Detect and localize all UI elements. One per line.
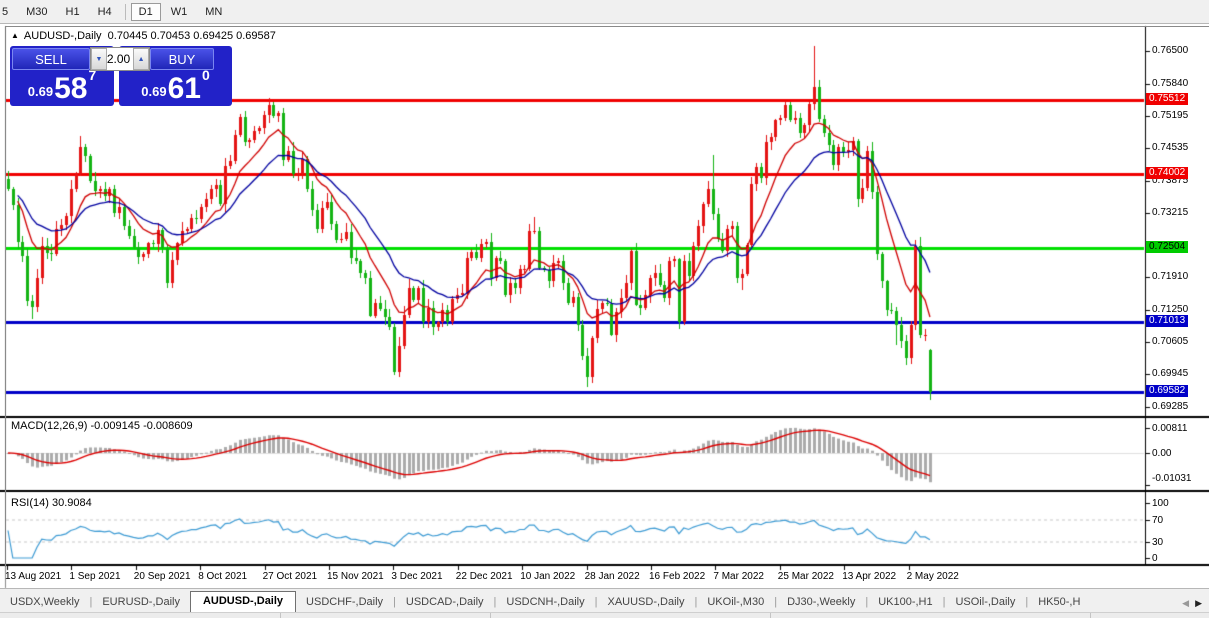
buy-price-big: 61 (168, 75, 201, 103)
tab-dj30-[interactable]: DJ30-,Weekly (777, 592, 865, 613)
price-level-tag: 0.74002 (1146, 167, 1188, 179)
date-tick-label: 2 May 2022 (907, 571, 959, 582)
date-tick-label: 28 Jan 2022 (585, 571, 640, 582)
collapse-chart-icon[interactable]: ▲ (11, 31, 19, 40)
price-level-tag: 0.69582 (1146, 385, 1188, 397)
tab-usdcad-[interactable]: USDCAD-,Daily (396, 592, 494, 613)
rsi-tick-label: 100 (1152, 498, 1169, 509)
price-tick-label: 0.69945 (1152, 368, 1188, 379)
price-level-tag: 0.71013 (1146, 315, 1188, 327)
volume-decrease-icon[interactable]: ▼ (91, 48, 107, 70)
timeframe-button-m30[interactable]: M30 (18, 3, 55, 21)
rsi-tick-label: 0 (1152, 553, 1158, 564)
timeframe-button-d1[interactable]: D1 (131, 3, 161, 21)
timeframe-button-5[interactable]: 5 (0, 3, 16, 21)
tab-xauusd-[interactable]: XAUUSD-,Daily (597, 592, 694, 613)
toolbar-separator (125, 4, 126, 20)
price-tick-label: 0.75840 (1152, 78, 1188, 89)
price-tick-label: 0.74535 (1152, 142, 1188, 153)
volume-stepper: ▼ 2.00 ▲ (90, 47, 150, 71)
tabs-scroll-left-icon[interactable]: ◀ (1179, 598, 1192, 609)
tab-usdx[interactable]: USDX,Weekly (0, 592, 89, 613)
date-tick-label: 15 Nov 2021 (327, 571, 384, 582)
macd-tick-label: 0.00811 (1152, 423, 1187, 434)
tab-ukoil-[interactable]: UKOil-,M30 (697, 592, 774, 613)
macd-tick-label: -0.01031 (1152, 473, 1191, 484)
volume-increase-icon[interactable]: ▲ (133, 48, 149, 70)
tab-eurusd-[interactable]: EURUSD-,Daily (92, 592, 190, 613)
tab-uk100-[interactable]: UK100-,H1 (868, 592, 942, 613)
date-tick-label: 20 Sep 2021 (134, 571, 191, 582)
date-tick-label: 13 Aug 2021 (5, 571, 61, 582)
mt4-window: 5M30H1H4 D1W1MN ▲ AUDUSD-,Daily 0.70445 0.… (0, 0, 1209, 618)
rsi-label: RSI(14) 30.9084 (11, 497, 92, 509)
sell-price-big: 58 (54, 75, 87, 103)
sell-price-prefix: 0.69 (28, 84, 53, 99)
price-tick-label: 0.70605 (1152, 336, 1188, 347)
price-level-tag: 0.75512 (1146, 93, 1188, 105)
tab-audusd-[interactable]: AUDUSD-,Daily (190, 591, 296, 613)
chart-tab-bar: USDX,Weekly|EURUSD-,DailyAUDUSD-,DailyUS… (0, 588, 1209, 613)
price-tick-label: 0.76500 (1152, 45, 1188, 56)
price-tick-label: 0.69285 (1152, 401, 1188, 412)
date-tick-label: 8 Oct 2021 (198, 571, 247, 582)
buy-button[interactable]: BUY (150, 48, 214, 70)
buy-price-prefix: 0.69 (141, 84, 166, 99)
date-tick-label: 7 Mar 2022 (713, 571, 764, 582)
tab-usdcnh-[interactable]: USDCNH-,Daily (496, 592, 594, 613)
sell-button[interactable]: SELL (12, 48, 90, 70)
price-tick-label: 0.71250 (1152, 304, 1188, 315)
date-tick-label: 25 Mar 2022 (778, 571, 834, 582)
price-level-tag: 0.72504 (1146, 241, 1188, 253)
price-tick-label: 0.71910 (1152, 271, 1188, 282)
price-tick-label: 0.75195 (1152, 110, 1188, 121)
timeframe-button-mn[interactable]: MN (197, 3, 230, 21)
date-tick-label: 16 Feb 2022 (649, 571, 705, 582)
buy-price: 0.69 61 0 (119, 67, 232, 105)
tab-usoil-[interactable]: USOil-,Daily (945, 592, 1025, 613)
macd-tick-label: 0.00 (1152, 448, 1171, 459)
tab-usdchf-[interactable]: USDCHF-,Daily (296, 592, 393, 613)
timeframe-button-h1[interactable]: H1 (58, 3, 88, 21)
sell-price: 0.69 58 7 (10, 67, 114, 105)
macd-label: MACD(12,26,9) -0.009145 -0.008609 (11, 420, 193, 432)
tab-hk50-[interactable]: HK50-,H (1028, 592, 1090, 613)
chart-title: ▲ AUDUSD-,Daily 0.70445 0.70453 0.69425 0… (11, 30, 276, 42)
volume-value[interactable]: 2.00 (107, 48, 133, 70)
timeframe-button-h4[interactable]: H4 (90, 3, 120, 21)
rsi-tick-label: 70 (1152, 515, 1163, 526)
timeframe-button-w1[interactable]: W1 (163, 3, 196, 21)
tabs-scroll-right-icon[interactable]: ▶ (1192, 598, 1205, 609)
timeframe-toolbar: 5M30H1H4 D1W1MN (0, 0, 1209, 24)
one-click-trading-panel: 0.69 58 7 0.69 61 0 SELL BUY ▼ 2.00 ▲ (10, 46, 232, 106)
price-tick-label: 0.73215 (1152, 207, 1188, 218)
date-tick-label: 1 Sep 2021 (69, 571, 120, 582)
chart-symbol-label: AUDUSD-,Daily (24, 30, 102, 42)
date-tick-label: 22 Dec 2021 (456, 571, 513, 582)
date-tick-label: 3 Dec 2021 (391, 571, 442, 582)
rsi-tick-label: 30 (1152, 537, 1163, 548)
docked-panel-edge (0, 612, 1209, 618)
date-tick-label: 27 Oct 2021 (263, 571, 317, 582)
date-tick-label: 10 Jan 2022 (520, 571, 575, 582)
date-tick-label: 13 Apr 2022 (842, 571, 896, 582)
chart-ohlc-values: 0.70445 0.70453 0.69425 0.69587 (108, 30, 276, 42)
